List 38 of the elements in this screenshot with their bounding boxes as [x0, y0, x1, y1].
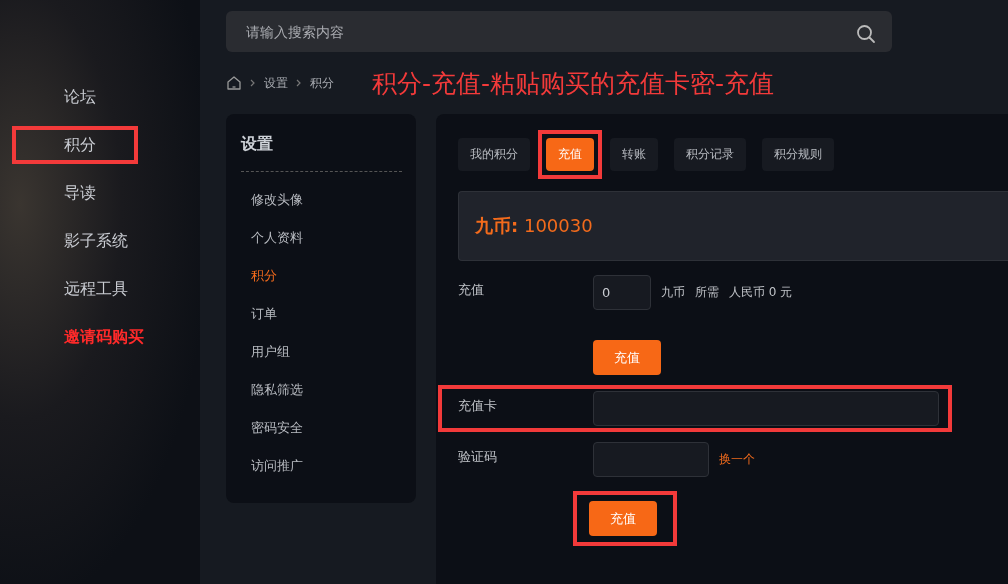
field-label: 验证码 [458, 448, 498, 466]
search-icon[interactable] [856, 24, 876, 44]
settings-menu-item[interactable]: 积分 [241, 257, 402, 295]
balance-text: 九币: 100030 [475, 214, 593, 238]
settings-menu-item[interactable]: 个人资料 [241, 219, 402, 257]
home-icon[interactable] [226, 75, 242, 92]
settings-menu-item[interactable]: 隐私筛选 [241, 371, 402, 409]
breadcrumb-link[interactable]: 积分 [310, 74, 334, 92]
nav-item[interactable]: 论坛 [12, 78, 138, 116]
settings-menu-item[interactable]: 访问推广 [241, 447, 402, 485]
tab[interactable]: 我的积分 [458, 138, 530, 171]
settings-menu-item[interactable]: 密码安全 [241, 409, 402, 447]
captcha-input[interactable] [593, 442, 709, 477]
field-label: 充值 [458, 281, 485, 299]
field-label: 充值卡 [458, 397, 498, 415]
tab[interactable]: 积分记录 [674, 138, 746, 171]
settings-menu-item[interactable]: 修改头像 [241, 181, 402, 219]
settings-menu-item[interactable]: 用户组 [241, 333, 402, 371]
nav-item[interactable]: 影子系统 [12, 222, 140, 260]
amount-input[interactable]: 0 [593, 275, 651, 310]
chevron-icon [250, 79, 256, 88]
settings-menu-item[interactable]: 订单 [241, 295, 402, 333]
settings-title: 设置 [241, 134, 402, 172]
nav-item[interactable]: 邀请码购买 [12, 318, 156, 356]
card-input[interactable] [593, 391, 939, 426]
tab[interactable]: 转账 [610, 138, 658, 171]
search-field[interactable]: 请输入搜索内容 [226, 11, 892, 53]
nav-item[interactable]: 积分 [12, 126, 138, 164]
tab[interactable]: 积分规则 [762, 138, 834, 171]
annotation-text: 积分-充值-粘贴购买的充值卡密-充值 [372, 67, 775, 100]
unit-text: 九币 [661, 284, 685, 301]
cost-label: 所需 [695, 284, 719, 301]
breadcrumb-link[interactable]: 设置 [264, 74, 288, 92]
nav-item[interactable]: 远程工具 [12, 270, 140, 308]
refresh-link[interactable]: 换一个 [719, 451, 755, 468]
chevron-icon [296, 79, 302, 88]
cost-text: 人民币 0 元 [729, 284, 793, 301]
nav-item[interactable]: 导读 [12, 174, 138, 212]
